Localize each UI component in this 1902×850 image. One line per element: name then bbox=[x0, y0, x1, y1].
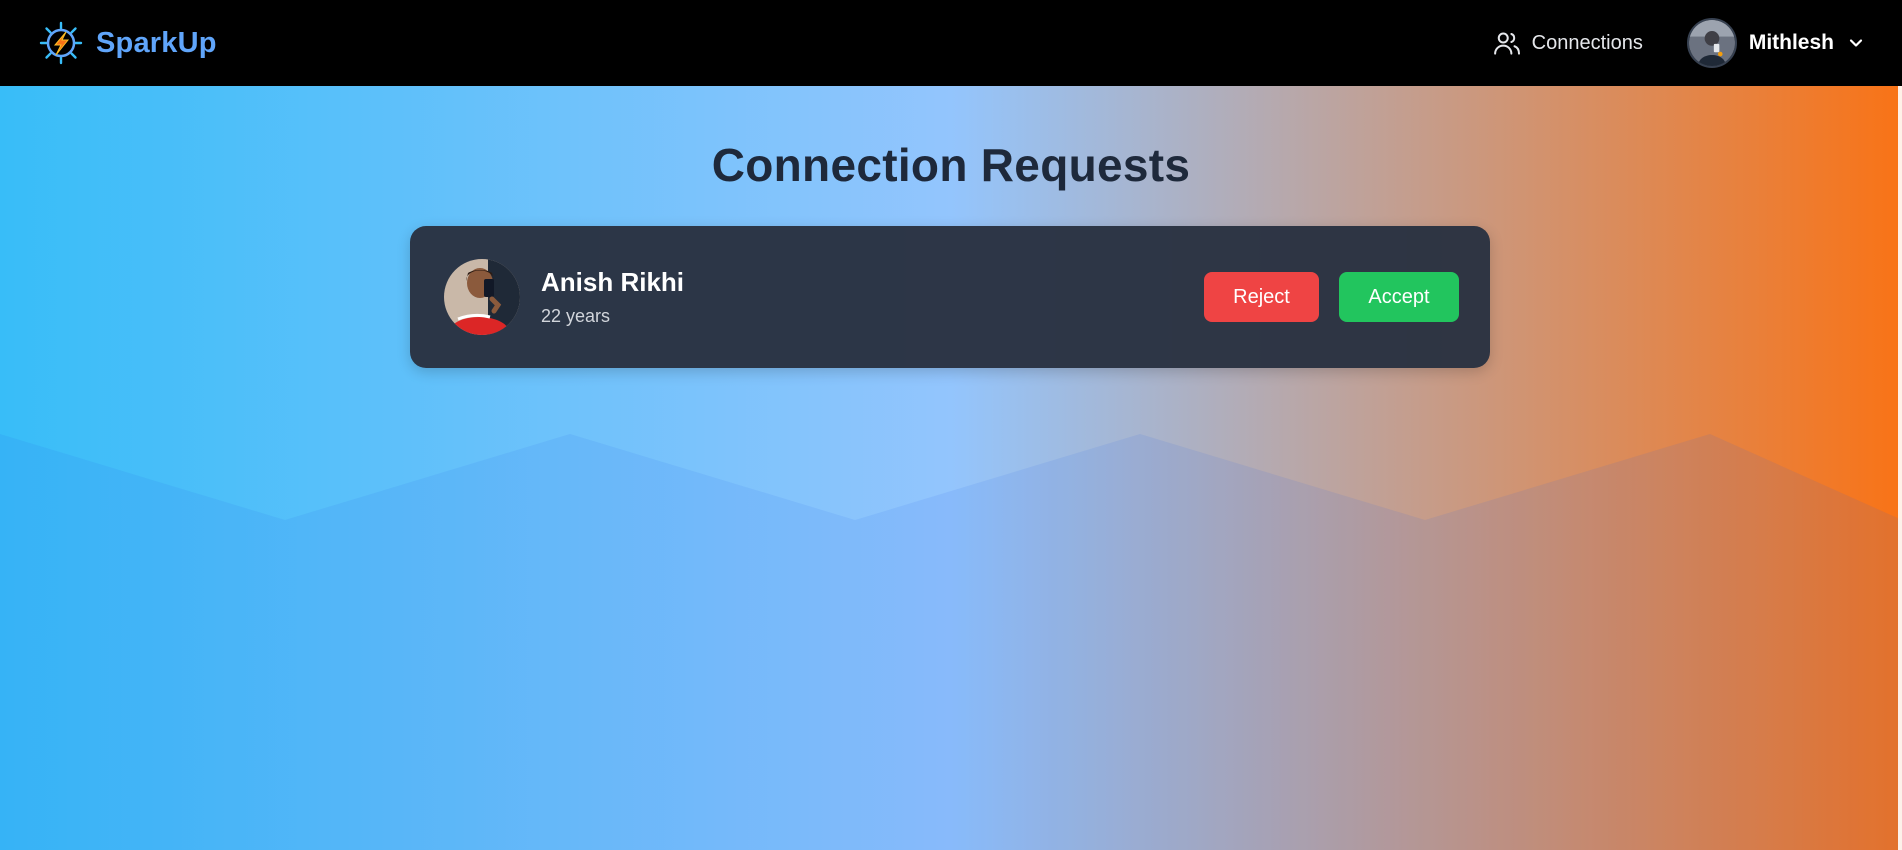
requester-avatar-image bbox=[444, 259, 520, 335]
requester-age: 22 years bbox=[541, 306, 611, 326]
navbar-right: Connections Mithlesh bbox=[1492, 18, 1866, 68]
request-card: Anish Rikhi 22 years Reject Accept bbox=[410, 226, 1490, 368]
user-name: Mithlesh bbox=[1748, 31, 1834, 54]
background-wave bbox=[0, 434, 1902, 850]
requester-avatar bbox=[444, 259, 520, 335]
sparkup-logo-icon bbox=[39, 21, 83, 65]
brand-link[interactable]: SparkUp bbox=[38, 20, 217, 66]
reject-button[interactable]: Reject bbox=[1204, 272, 1319, 322]
users-icon bbox=[1493, 32, 1520, 55]
page-title: Connection Requests bbox=[711, 139, 1191, 191]
requester-info: Anish Rikhi 22 years bbox=[541, 267, 1204, 327]
user-avatar[interactable] bbox=[1686, 18, 1737, 68]
requester-name: Anish Rikhi bbox=[541, 267, 685, 297]
scrollbar-edge bbox=[1898, 86, 1902, 850]
brand-name: SparkUp bbox=[96, 26, 217, 59]
accept-button[interactable]: Accept bbox=[1339, 272, 1459, 322]
navbar: SparkUp Connections Mithlesh bbox=[0, 0, 1902, 86]
user-avatar-image bbox=[1688, 20, 1735, 66]
user-menu[interactable]: Mithlesh bbox=[1686, 18, 1866, 68]
connections-link[interactable]: Connections bbox=[1492, 28, 1643, 58]
chevron-down-icon[interactable] bbox=[1846, 33, 1866, 53]
connections-label: Connections bbox=[1531, 31, 1643, 54]
